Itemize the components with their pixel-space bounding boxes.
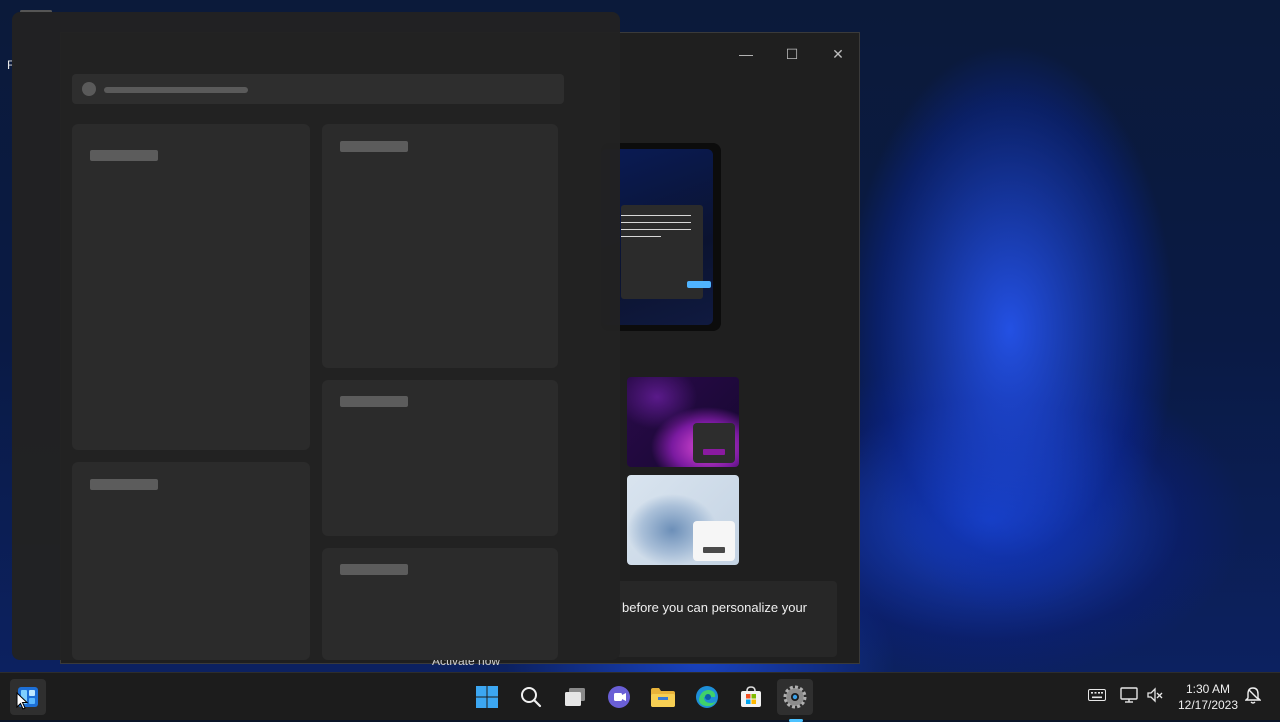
task-view-icon[interactable] — [557, 679, 593, 715]
theme-thumbnail-light[interactable] — [627, 475, 739, 565]
thumbnail-bar — [703, 547, 725, 553]
taskbar: 1:30 AM 12/17/2023 — [0, 672, 1280, 722]
close-button[interactable]: ✕ — [815, 39, 861, 69]
edge-icon[interactable] — [689, 679, 725, 715]
widget-card-placeholder — [72, 462, 310, 660]
widgets-search-box[interactable] — [72, 74, 564, 104]
preview-line — [621, 229, 691, 230]
preview-line — [621, 222, 691, 223]
widget-card-placeholder — [322, 380, 558, 536]
preview-line — [621, 236, 661, 237]
widget-title-placeholder — [90, 479, 158, 490]
activation-notice — [591, 581, 837, 657]
keyboard-icon[interactable] — [1087, 685, 1107, 705]
preview-dialog — [621, 205, 711, 299]
widget-card-placeholder — [322, 124, 558, 368]
start-icon[interactable] — [469, 679, 505, 715]
widget-title-placeholder — [90, 150, 158, 161]
minimize-button[interactable]: — — [723, 39, 769, 69]
widget-title-placeholder — [340, 141, 408, 152]
maximize-button[interactable]: ☐ — [769, 39, 815, 69]
preview-line — [621, 215, 691, 216]
clock-date: 12/17/2023 — [1177, 698, 1239, 712]
volume-muted-icon[interactable] — [1145, 685, 1165, 705]
widget-card-placeholder — [322, 548, 558, 660]
store-icon[interactable] — [733, 679, 769, 715]
search-placeholder-bar — [104, 87, 248, 93]
chat-icon[interactable] — [601, 679, 637, 715]
system-clock[interactable]: 1:30 AM 12/17/2023 — [1172, 681, 1244, 713]
search-icon[interactable] — [513, 679, 549, 715]
file-explorer-icon[interactable] — [645, 679, 681, 715]
notification-icon[interactable] — [1243, 685, 1263, 705]
widget-title-placeholder — [340, 396, 408, 407]
clock-time: 1:30 AM — [1185, 682, 1231, 696]
widgets-panel — [12, 12, 620, 660]
preview-accent-button — [687, 281, 711, 288]
search-placeholder-icon — [82, 82, 96, 96]
widget-title-placeholder — [340, 564, 408, 575]
network-icon[interactable] — [1119, 685, 1139, 705]
widget-card-placeholder — [72, 124, 310, 450]
settings-icon[interactable] — [777, 679, 813, 722]
thumbnail-window — [693, 423, 735, 463]
theme-thumbnail-dark[interactable] — [627, 377, 739, 467]
activation-message: before you can personalize your — [622, 600, 808, 615]
thumbnail-bar — [703, 449, 725, 455]
thumbnail-window — [693, 521, 735, 561]
